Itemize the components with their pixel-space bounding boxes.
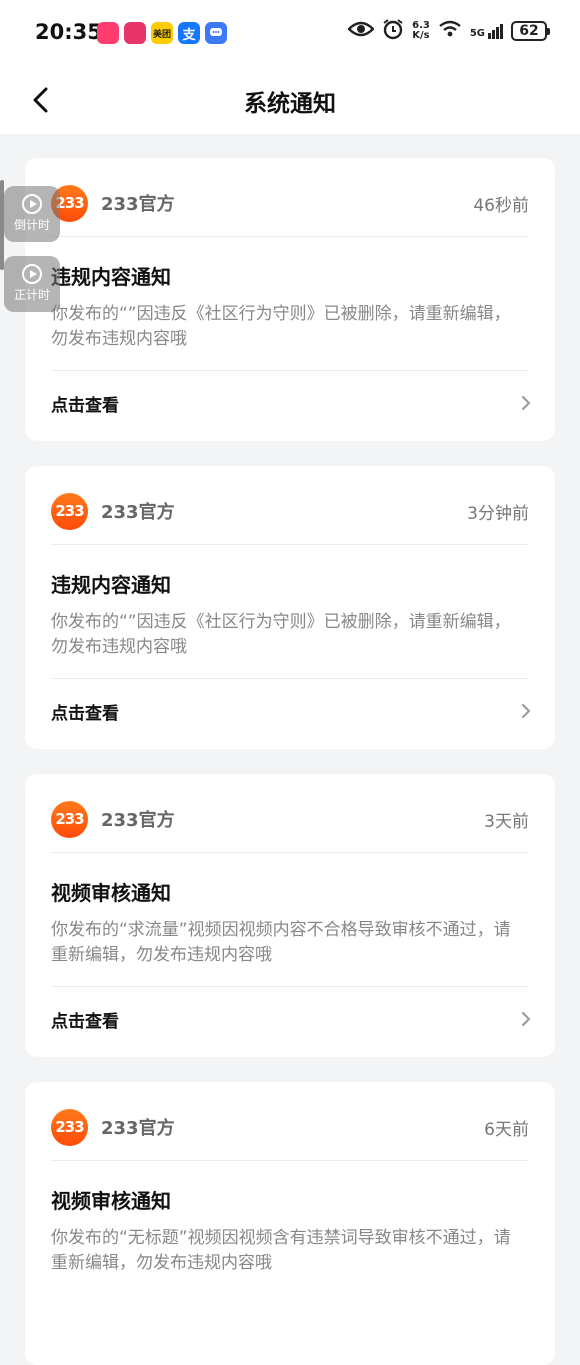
notification-card[interactable]: 233 233官方 6天前 视频审核通知 你发布的“无标题”视频因视频含有违禁词… — [25, 1082, 555, 1365]
battery-indicator: 62 — [511, 21, 550, 41]
notification-card[interactable]: 233 233官方 3天前 视频审核通知 你发布的“求流量”视频因视频内容不合格… — [25, 774, 555, 1057]
divider — [51, 678, 529, 679]
status-time: 20:35 — [35, 20, 102, 44]
notification-card[interactable]: 233 233官方 46秒前 违规内容通知 你发布的“”因违反《社区行为守则》已… — [25, 158, 555, 441]
pinduoduo-app-icon — [124, 22, 146, 44]
view-details-label: 点击查看 — [51, 703, 119, 724]
card-header: 233 233官方 46秒前 — [51, 184, 529, 222]
sender-logo-icon: 233 — [51, 1108, 88, 1146]
notification-time: 6天前 — [484, 1119, 529, 1140]
notification-card[interactable]: 233 233官方 3分钟前 违规内容通知 你发布的“”因违反《社区行为守则》已… — [25, 466, 555, 749]
sender-name: 233官方 — [101, 194, 175, 215]
view-details-link[interactable]: 点击查看 — [51, 386, 533, 420]
stopwatch-label: 正计时 — [13, 288, 50, 302]
view-details-link[interactable]: 点击查看 — [51, 694, 533, 728]
notification-time: 3天前 — [484, 811, 529, 832]
notification-content: 你发布的“无标题”视频因视频含有违禁词导致审核不通过，请重新编辑，勿发布违规内容… — [51, 1228, 511, 1273]
page-title: 系统通知 — [244, 91, 336, 117]
divider — [51, 986, 529, 987]
wifi-icon — [438, 19, 462, 43]
notification-title: 违规内容通知 — [51, 265, 171, 289]
view-details-label: 点击查看 — [51, 1011, 119, 1032]
notification-content: 你发布的“求流量”视频因视频内容不合格导致审核不通过，请重新编辑，勿发布违规内容… — [51, 920, 511, 965]
notification-content: 你发布的“”因违反《社区行为守则》已被删除，请重新编辑，勿发布违规内容哦 — [51, 304, 511, 349]
divider — [51, 1160, 529, 1161]
card-header: 233 233官方 6天前 — [51, 1108, 529, 1146]
sender-name: 233官方 — [101, 1118, 175, 1139]
network-speed: 6.3 K/s — [412, 20, 430, 41]
taobao-app-icon — [97, 22, 119, 44]
divider — [51, 370, 529, 371]
chevron-right-icon — [519, 1012, 533, 1026]
sender-logo-icon: 233 — [51, 800, 88, 838]
alarm-icon — [382, 18, 404, 44]
chevron-right-icon — [519, 396, 533, 410]
play-icon — [22, 194, 42, 214]
sender-name: 233官方 — [101, 502, 175, 523]
notification-title: 视频审核通知 — [51, 1189, 171, 1213]
view-details-label: 点击查看 — [51, 395, 119, 416]
floating-edge-handle[interactable] — [0, 180, 4, 270]
notification-content: 你发布的“”因违反《社区行为守则》已被删除，请重新编辑，勿发布违规内容哦 — [51, 612, 511, 657]
message-app-icon — [205, 22, 227, 44]
status-app-icons: 美团 支 — [97, 22, 227, 44]
notification-time: 3分钟前 — [467, 503, 529, 524]
view-details-link[interactable]: 点击查看 — [51, 1002, 533, 1036]
notification-time: 46秒前 — [473, 195, 529, 216]
status-indicators: 6.3 K/s 5G 62 — [347, 18, 550, 44]
stopwatch-widget[interactable]: 正计时 — [4, 256, 60, 312]
divider — [51, 852, 529, 853]
card-header: 233 233官方 3天前 — [51, 800, 529, 838]
sender-logo-icon: 233 — [51, 492, 88, 530]
sender-name: 233官方 — [101, 810, 175, 831]
notification-title: 违规内容通知 — [51, 573, 171, 597]
divider — [51, 236, 529, 237]
play-icon — [22, 264, 42, 284]
countdown-label: 倒计时 — [13, 218, 50, 232]
eye-icon — [347, 20, 375, 42]
status-bar: 20:35 美团 支 6.3 K/s 5G 62 — [0, 0, 580, 68]
nav-header: 系统通知 — [0, 68, 580, 134]
meituan-app-icon: 美团 — [151, 22, 173, 44]
chevron-right-icon — [519, 704, 533, 718]
card-header: 233 233官方 3分钟前 — [51, 492, 529, 530]
countdown-widget[interactable]: 倒计时 — [4, 186, 60, 242]
notification-title: 视频审核通知 — [51, 881, 171, 905]
divider — [51, 544, 529, 545]
cellular-signal-icon: 5G — [470, 23, 503, 39]
alipay-app-icon: 支 — [178, 22, 200, 44]
